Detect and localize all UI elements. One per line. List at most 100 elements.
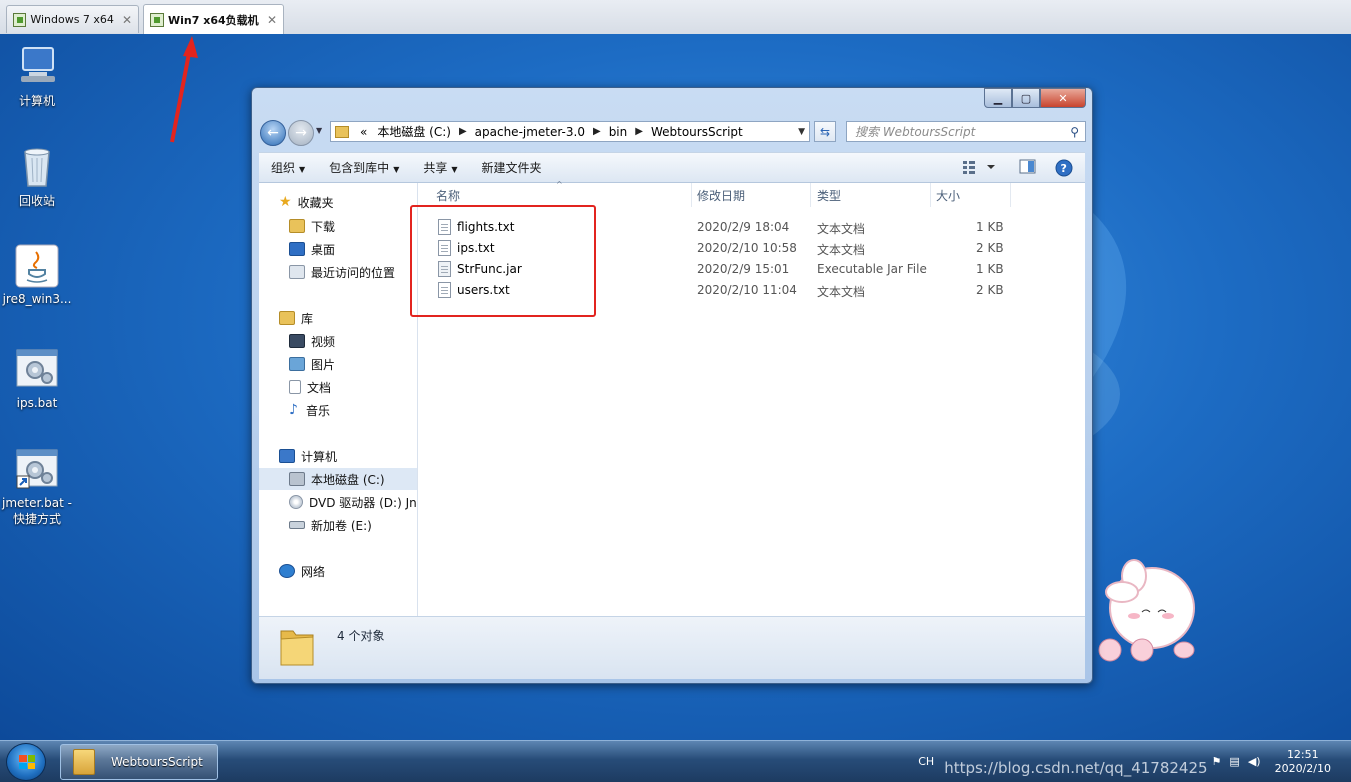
- minimize-button[interactable]: ▁: [984, 88, 1012, 108]
- folder-icon: [335, 125, 349, 138]
- nav-label: 图片: [311, 357, 336, 372]
- nav-favorites[interactable]: ★ 收藏夹: [259, 191, 417, 213]
- column-header-size[interactable]: 大小: [936, 187, 960, 204]
- address-bar[interactable]: « 本地磁盘 (C:) ▶ apache-jmeter-3.0 ▶ bin ▶ …: [330, 121, 810, 142]
- nav-libraries[interactable]: 库: [259, 307, 417, 329]
- column-divider[interactable]: [691, 183, 692, 207]
- column-header-type[interactable]: 类型: [817, 187, 841, 204]
- network-icon[interactable]: ▤: [1229, 755, 1239, 768]
- desktop-icon-recycle-bin[interactable]: 回收站: [0, 144, 74, 209]
- breadcrumb-jmeter[interactable]: apache-jmeter-3.0: [470, 125, 590, 139]
- close-icon[interactable]: ✕: [259, 13, 277, 27]
- svg-text:?: ?: [1061, 162, 1067, 175]
- file-row[interactable]: users.txt 2020/2/10 11:04 文本文档 2 KB: [438, 280, 1038, 301]
- star-icon: ★: [279, 194, 292, 210]
- desktop-icon-jre8[interactable]: jre8_win3...: [0, 244, 74, 306]
- help-button[interactable]: ?: [1055, 159, 1073, 180]
- search-placeholder: 搜索 WebtoursScript: [855, 125, 976, 139]
- desktop-icon-computer[interactable]: 计算机: [0, 44, 74, 109]
- nav-desktop[interactable]: 桌面: [259, 238, 417, 260]
- column-header-modified[interactable]: 修改日期: [697, 187, 745, 204]
- new-folder-button[interactable]: 新建文件夹: [470, 159, 554, 176]
- nav-videos[interactable]: 视频: [259, 330, 417, 352]
- video-icon: [289, 334, 305, 348]
- picture-icon: [289, 357, 305, 371]
- nav-label: 音乐: [305, 403, 330, 418]
- breadcrumb-local-disk[interactable]: 本地磁盘 (C:): [372, 123, 456, 140]
- file-row[interactable]: flights.txt 2020/2/9 18:04 文本文档 1 KB: [438, 217, 1038, 238]
- nav-recent-places[interactable]: 最近访问的位置: [259, 261, 417, 283]
- column-divider[interactable]: [930, 183, 931, 207]
- file-modified: 2020/2/9 15:01: [697, 262, 790, 276]
- system-tray: CH https://blog.csdn.net/qq_41782425 ⚑ ▤…: [918, 741, 1351, 782]
- breadcrumb-bin[interactable]: bin: [604, 125, 633, 139]
- column-divider[interactable]: [1010, 183, 1011, 207]
- close-icon[interactable]: ✕: [114, 13, 132, 27]
- vm-tab-label: Windows 7 x64: [30, 13, 114, 26]
- forward-button[interactable]: →: [288, 120, 314, 146]
- folder-icon: [280, 630, 314, 666]
- desktop-icon-ips-bat[interactable]: ips.bat: [0, 348, 74, 410]
- search-input[interactable]: 搜索 WebtoursScript ⚲: [846, 121, 1086, 142]
- breadcrumb-separator-icon[interactable]: ▶: [456, 126, 470, 137]
- include-in-library-menu[interactable]: 包含到库中 ▼: [317, 159, 411, 176]
- chevron-down-icon: ▼: [299, 165, 306, 174]
- search-icon[interactable]: ⚲: [1070, 125, 1079, 139]
- file-row[interactable]: ips.txt 2020/2/10 10:58 文本文档 2 KB: [438, 238, 1038, 259]
- ime-indicator[interactable]: CH: [918, 755, 934, 768]
- volume-icon[interactable]: ◀): [1248, 755, 1261, 768]
- folder-icon: [73, 749, 95, 775]
- java-icon: [15, 244, 59, 288]
- window-controls: ▁ ▢ ✕: [984, 88, 1086, 108]
- flag-icon[interactable]: ⚑: [1212, 755, 1222, 768]
- vm-icon: [150, 12, 164, 27]
- computer-icon: [279, 449, 295, 463]
- organize-label: 组织: [271, 161, 296, 175]
- nav-label: 文档: [307, 380, 332, 395]
- nav-dvd-drive[interactable]: DVD 驱动器 (D:) Jn: [259, 491, 417, 513]
- recent-pages-chevron-icon[interactable]: ▼: [316, 126, 322, 135]
- chevron-down-icon: ▼: [393, 165, 400, 174]
- breadcrumb-separator-icon[interactable]: ▶: [590, 126, 604, 137]
- new-folder-label: 新建文件夹: [481, 161, 542, 175]
- file-type: 文本文档: [817, 285, 866, 299]
- music-icon: ♪: [289, 402, 298, 418]
- vm-tab-win7-load[interactable]: Win7 x64负载机 ✕: [143, 4, 284, 34]
- breadcrumb-separator-icon[interactable]: ▶: [632, 126, 646, 137]
- start-button[interactable]: [6, 743, 46, 781]
- close-button[interactable]: ✕: [1040, 88, 1086, 108]
- refresh-icon: ⇆: [819, 124, 831, 139]
- command-bar: 组织 ▼ 包含到库中 ▼ 共享 ▼ 新建文件夹 ?: [259, 152, 1085, 183]
- organize-menu[interactable]: 组织 ▼: [259, 159, 317, 176]
- nav-computer[interactable]: 计算机: [259, 445, 417, 467]
- refresh-button[interactable]: ⇆: [814, 121, 836, 142]
- view-options-button[interactable]: [963, 159, 997, 178]
- column-header-name[interactable]: 名称: [436, 187, 460, 204]
- file-row[interactable]: StrFunc.jar 2020/2/9 15:01 Executable Ja…: [438, 259, 1038, 280]
- address-dropdown-icon[interactable]: ▼: [798, 127, 805, 137]
- desktop-icon-jmeter-shortcut[interactable]: jmeter.bat - 快捷方式: [0, 448, 74, 527]
- address-row: ← → ▼ « 本地磁盘 (C:) ▶ apache-jmeter-3.0 ▶ …: [258, 118, 1086, 146]
- nav-pictures[interactable]: 图片: [259, 353, 417, 375]
- taskbar-button-webtoursscript[interactable]: WebtoursScript: [60, 744, 218, 780]
- vm-tab-windows7[interactable]: Windows 7 x64 ✕: [6, 5, 139, 33]
- nav-downloads[interactable]: 下载: [259, 215, 417, 237]
- maximize-button[interactable]: ▢: [1012, 88, 1040, 108]
- nav-new-volume-e[interactable]: 新加卷 (E:): [259, 514, 417, 536]
- clock[interactable]: 12:51 2020/2/10: [1275, 748, 1331, 776]
- breadcrumb-webtoursscript[interactable]: WebtoursScript: [646, 125, 748, 139]
- breadcrumb-overflow[interactable]: «: [355, 125, 372, 139]
- nav-network[interactable]: 网络: [259, 560, 417, 582]
- clock-time: 12:51: [1286, 747, 1319, 761]
- nav-music[interactable]: ♪ 音乐: [259, 399, 417, 421]
- file-size: 2 KB: [976, 283, 1004, 297]
- batch-file-icon: [15, 348, 59, 392]
- text-file-icon: [438, 282, 451, 298]
- nav-local-disk-c[interactable]: 本地磁盘 (C:): [259, 468, 417, 490]
- back-button[interactable]: ←: [260, 120, 286, 146]
- desktop-icon-label: jmeter.bat -: [2, 496, 72, 510]
- share-menu[interactable]: 共享 ▼: [411, 159, 469, 176]
- column-divider[interactable]: [810, 183, 811, 207]
- preview-pane-button[interactable]: [1019, 159, 1037, 178]
- nav-documents[interactable]: 文档: [259, 376, 417, 398]
